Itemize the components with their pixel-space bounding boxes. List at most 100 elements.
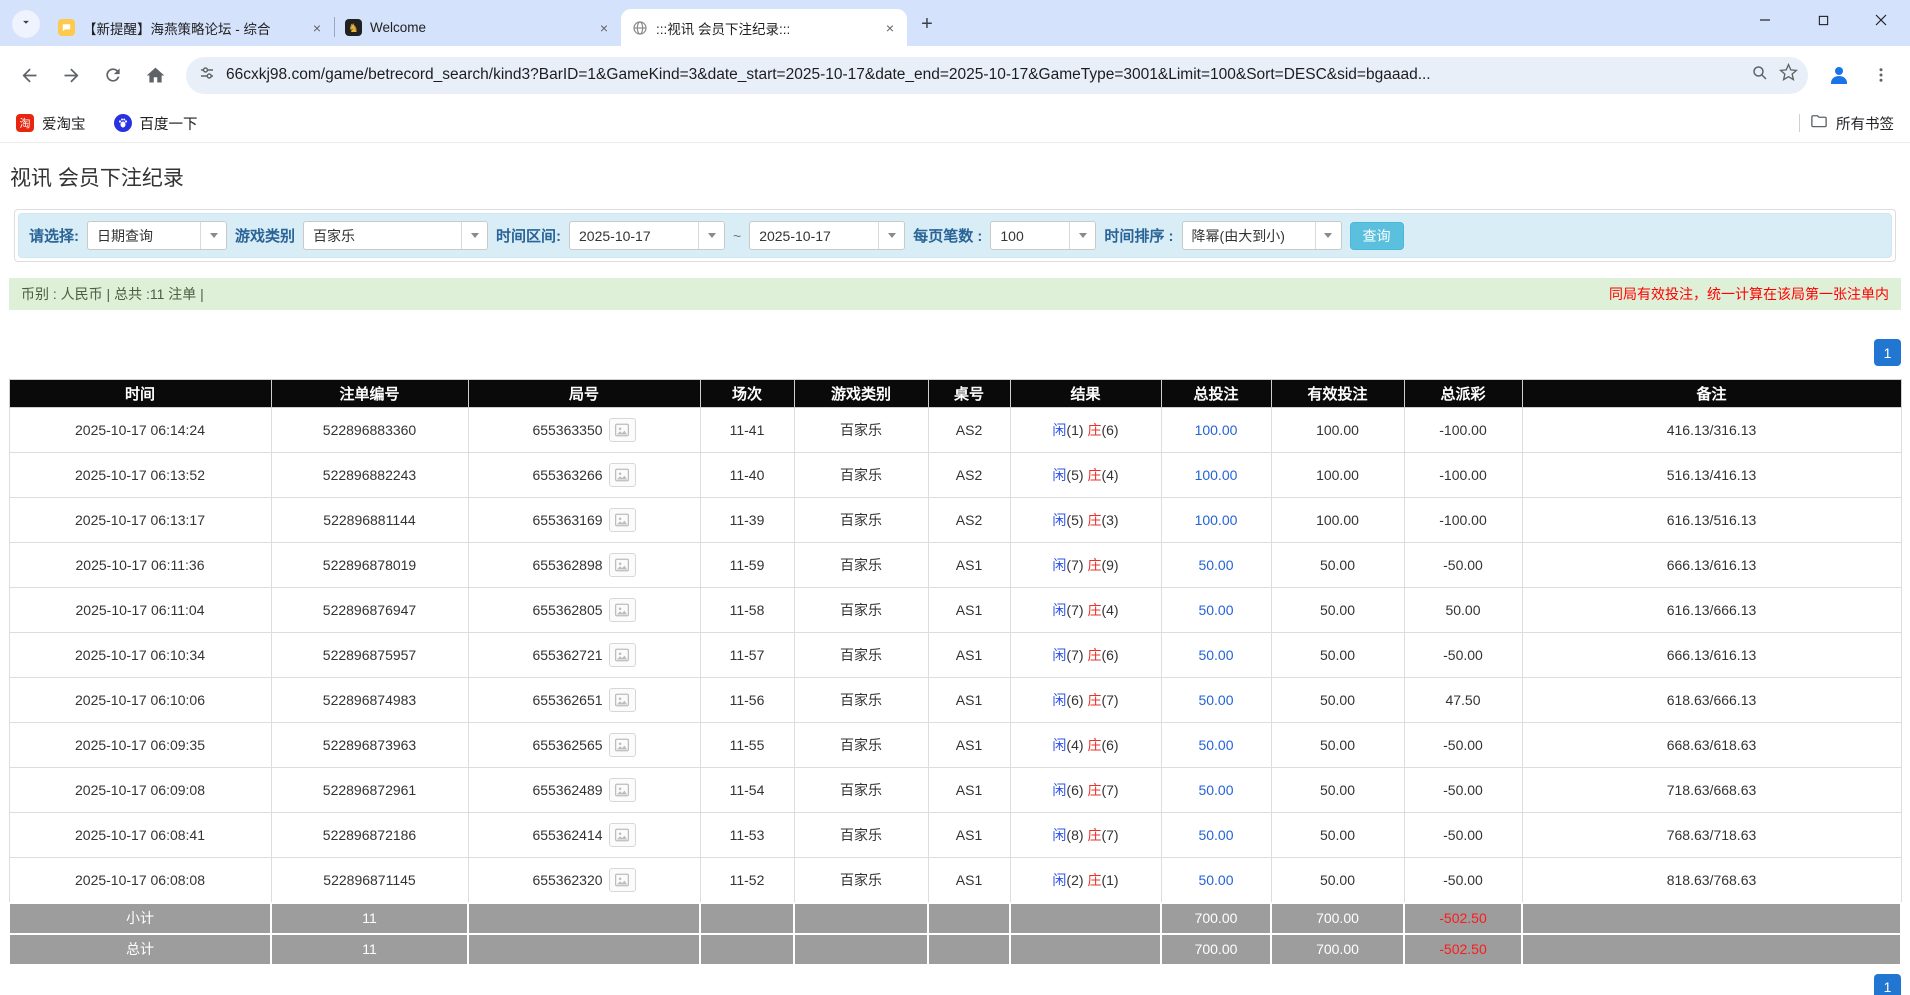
round-number: 655362320 (532, 872, 602, 888)
video-replay-button[interactable] (609, 553, 636, 577)
profile-avatar[interactable] (1820, 56, 1858, 94)
total-bet-link[interactable]: 50.00 (1198, 827, 1233, 843)
search-button[interactable]: 查询 (1350, 222, 1404, 250)
cell-bet-id: 522896878019 (271, 543, 468, 588)
tab-close-icon[interactable]: × (881, 19, 899, 37)
dropdown-arrow-icon[interactable] (698, 222, 724, 249)
menu-kebab-icon[interactable] (1862, 56, 1900, 94)
video-replay-button[interactable] (609, 463, 636, 487)
maximize-button[interactable] (1794, 0, 1852, 40)
cell-bet-id: 522896881144 (271, 498, 468, 543)
result-player: 闲 (1052, 692, 1066, 708)
subtotal-row: 小计 11 700.00 700.00 -502.50 (9, 903, 1901, 934)
video-replay-button[interactable] (609, 643, 636, 667)
page-1-button[interactable]: 1 (1874, 974, 1901, 995)
address-bar[interactable]: 66cxkj98.com/game/betrecord_search/kind3… (186, 57, 1808, 94)
per-page-select[interactable]: 100 (990, 221, 1096, 250)
dropdown-arrow-icon[interactable] (1315, 222, 1341, 249)
tab-close-icon[interactable]: × (595, 19, 613, 37)
cell-table-no: AS1 (928, 723, 1010, 768)
video-replay-button[interactable] (609, 508, 636, 532)
new-tab-button[interactable]: + (913, 10, 941, 38)
total-bet-link[interactable]: 50.00 (1198, 692, 1233, 708)
total-bet-link[interactable]: 50.00 (1198, 872, 1233, 888)
video-replay-button[interactable] (609, 868, 636, 892)
total-bet-link[interactable]: 50.00 (1198, 557, 1233, 573)
table-row: 2025-10-17 06:11:04 522896876947 6553628… (9, 588, 1901, 633)
dropdown-arrow-icon[interactable] (1069, 222, 1095, 249)
header-bet-id: 注单编号 (271, 380, 468, 408)
tab-search-button[interactable] (12, 10, 40, 38)
cell-total-bet: 100.00 (1161, 408, 1271, 453)
cell-valid-bet: 100.00 (1271, 498, 1404, 543)
cell-time: 2025-10-17 06:11:04 (9, 588, 271, 633)
video-replay-button[interactable] (609, 733, 636, 757)
cell-session: 11-58 (700, 588, 794, 633)
cell-time: 2025-10-17 06:10:06 (9, 678, 271, 723)
total-bet-link[interactable]: 50.00 (1198, 647, 1233, 663)
dropdown-arrow-icon[interactable] (461, 222, 487, 249)
cell-result: 闲(6) 庄(7) (1010, 768, 1161, 813)
round-number: 655362805 (532, 602, 602, 618)
date-end-select[interactable]: 2025-10-17 (749, 221, 905, 250)
bookmarks-bar: 淘 爱淘宝 百度一下 所有书签 (0, 104, 1910, 143)
time-sort-select[interactable]: 降幂(由大到小) (1182, 221, 1342, 250)
cell-bet-id: 522896872186 (271, 813, 468, 858)
forward-button[interactable] (52, 56, 90, 94)
page-1-button[interactable]: 1 (1874, 339, 1901, 366)
query-mode-select[interactable]: 日期查询 (87, 221, 227, 250)
game-type-select[interactable]: 百家乐 (303, 221, 488, 250)
cell-round: 655362320 (468, 858, 700, 903)
home-button[interactable] (136, 56, 174, 94)
tab-title: :::视讯 会员下注纪录::: (656, 18, 873, 38)
reload-button[interactable] (94, 56, 132, 94)
result-banker: 庄 (1087, 422, 1101, 438)
cell-session: 11-54 (700, 768, 794, 813)
minimize-button[interactable] (1736, 0, 1794, 40)
total-bet-link[interactable]: 100.00 (1195, 467, 1238, 483)
video-replay-button[interactable] (609, 418, 636, 442)
dropdown-arrow-icon[interactable] (200, 222, 226, 249)
site-settings-icon[interactable] (198, 64, 216, 87)
url-text[interactable]: 66cxkj98.com/game/betrecord_search/kind3… (226, 66, 1741, 84)
cell-valid-bet: 50.00 (1271, 543, 1404, 588)
result-banker: 庄 (1087, 512, 1101, 528)
back-button[interactable] (10, 56, 48, 94)
cell-valid-bet: 50.00 (1271, 588, 1404, 633)
video-replay-button[interactable] (609, 688, 636, 712)
video-replay-button[interactable] (609, 823, 636, 847)
total-bet-link[interactable]: 50.00 (1198, 602, 1233, 618)
bookmark-star-icon[interactable] (1779, 63, 1798, 87)
total-bet-link[interactable]: 50.00 (1198, 737, 1233, 753)
video-replay-button[interactable] (609, 778, 636, 802)
cell-remark: 818.63/768.63 (1522, 858, 1901, 903)
chevron-down-icon (19, 15, 33, 34)
cell-total-bet: 50.00 (1161, 768, 1271, 813)
result-player: 闲 (1052, 782, 1066, 798)
total-bet-link[interactable]: 100.00 (1195, 512, 1238, 528)
cell-valid-bet: 50.00 (1271, 723, 1404, 768)
tab-bet-records-active[interactable]: :::视讯 会员下注纪录::: × (621, 9, 907, 46)
picture-icon (614, 423, 630, 437)
tab-forum[interactable]: 【新提醒】海燕策略论坛 - 综合 × (48, 9, 334, 46)
result-banker: 庄 (1087, 692, 1101, 708)
total-bet-link[interactable]: 100.00 (1195, 422, 1238, 438)
cell-total-bet: 50.00 (1161, 678, 1271, 723)
close-window-button[interactable] (1852, 0, 1910, 40)
cell-round: 655362721 (468, 633, 700, 678)
cell-time: 2025-10-17 06:09:08 (9, 768, 271, 813)
zoom-indicator-icon[interactable] (1751, 64, 1769, 87)
cell-remark: 666.13/616.13 (1522, 543, 1901, 588)
cell-session: 11-53 (700, 813, 794, 858)
date-range-label: 时间区间: (496, 225, 561, 246)
all-bookmarks-button[interactable]: 所有书签 (1810, 112, 1894, 134)
bookmark-taobao[interactable]: 淘 爱淘宝 (16, 113, 86, 134)
dropdown-arrow-icon[interactable] (878, 222, 904, 249)
date-start-select[interactable]: 2025-10-17 (569, 221, 725, 250)
video-replay-button[interactable] (609, 598, 636, 622)
total-bet-link[interactable]: 50.00 (1198, 782, 1233, 798)
bookmark-baidu[interactable]: 百度一下 (114, 113, 198, 134)
total-total-bet: 700.00 (1161, 934, 1271, 965)
tab-close-icon[interactable]: × (308, 19, 326, 37)
tab-welcome[interactable]: ♞ Welcome × (335, 9, 621, 46)
